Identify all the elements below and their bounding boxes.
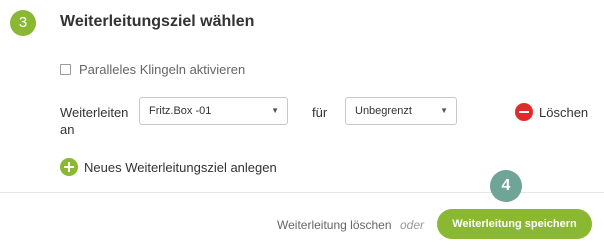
for-label: für bbox=[312, 105, 328, 120]
add-target-label: Neues Weiterleitungsziel anlegen bbox=[84, 159, 277, 175]
step-3-badge: 3 bbox=[10, 10, 36, 36]
or-label: oder bbox=[400, 218, 425, 232]
chevron-down-icon: ▼ bbox=[271, 106, 279, 115]
device-select[interactable]: Fritz.Box -01 ▼ bbox=[139, 97, 288, 125]
minus-circle-icon bbox=[515, 103, 533, 121]
section-title: Weiterleitungsziel wählen bbox=[60, 13, 255, 30]
delete-target-button[interactable]: Löschen bbox=[515, 103, 588, 121]
delete-target-label: Löschen bbox=[539, 104, 589, 120]
parallel-ring-checkbox[interactable] bbox=[60, 64, 71, 75]
duration-select[interactable]: Unbegrenzt ▼ bbox=[345, 97, 457, 125]
chevron-down-icon: ▼ bbox=[440, 106, 448, 115]
parallel-ring-label: Paralleles Klingeln aktivieren bbox=[79, 62, 246, 77]
parallel-ring-option[interactable]: Paralleles Klingeln aktivieren bbox=[60, 62, 245, 77]
plus-circle-icon bbox=[60, 158, 78, 176]
forward-to-label: Weiterleiten an bbox=[60, 105, 129, 137]
save-forwarding-button[interactable]: Weiterleitung speichern bbox=[437, 209, 592, 239]
add-target-button[interactable]: Neues Weiterleitungsziel anlegen bbox=[60, 158, 277, 176]
step-4-badge: 4 bbox=[490, 170, 522, 202]
duration-select-value: Unbegrenzt bbox=[355, 105, 412, 117]
delete-forwarding-link[interactable]: Weiterleitung löschen bbox=[277, 218, 392, 232]
device-select-value: Fritz.Box -01 bbox=[149, 105, 212, 117]
